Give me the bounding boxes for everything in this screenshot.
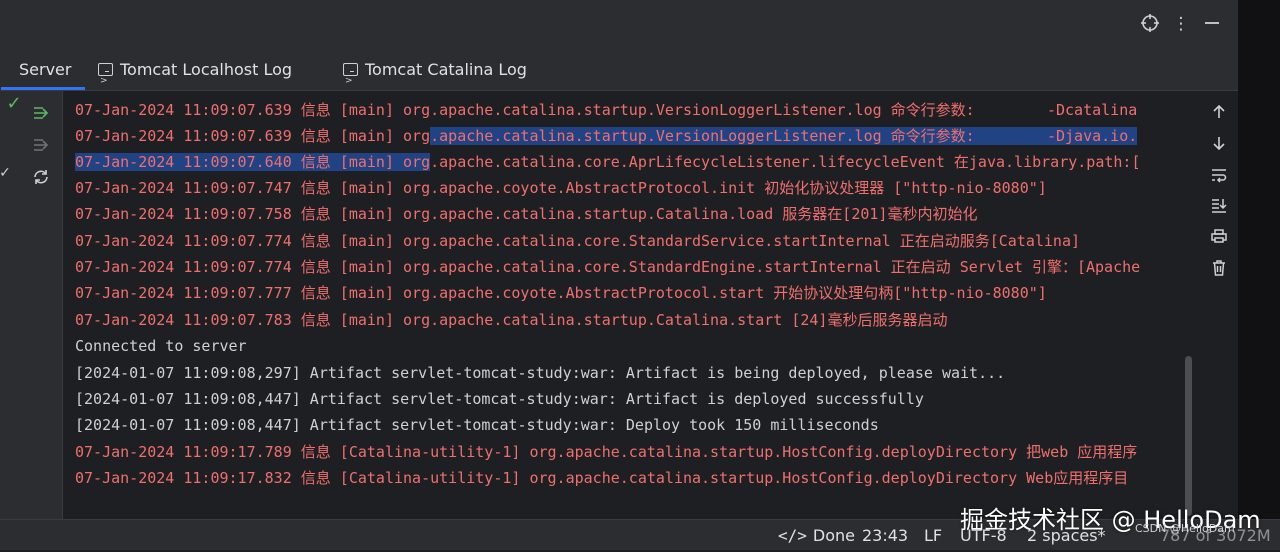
tab-label: Tomcat Catalina Log (365, 60, 527, 79)
log-line: 07-Jan-2024 11:09:07.639 信息 [main] org.a… (75, 127, 1138, 145)
log-line: [2024-01-07 11:09:08,447] Artifact servl… (75, 390, 924, 408)
log-line: 07-Jan-2024 11:09:17.789 信息 [Catalina-ut… (75, 443, 1138, 461)
line-separator[interactable]: LF (924, 520, 942, 550)
tab-label: Tomcat Localhost Log (120, 60, 293, 79)
log-line: 07-Jan-2024 11:09:07.774 信息 [main] org.a… (75, 232, 1081, 250)
tool-window-header: ⋮ (0, 0, 1238, 48)
console-output[interactable]: 07-Jan-2024 11:09:07.639 信息 [main] org.a… (63, 91, 1200, 519)
console-right-toolbar (1200, 91, 1238, 519)
tab-server[interactable]: Server (0, 48, 87, 90)
undeploy-icon[interactable] (30, 135, 52, 160)
trash-icon[interactable] (1208, 259, 1230, 281)
tab-bar: Server Tomcat Localhost Log Tomcat Catal… (0, 48, 1238, 103)
deploy-icon[interactable] (30, 103, 52, 128)
log-line: [2024-01-07 11:09:08,297] Artifact servl… (75, 364, 1006, 382)
scroll-up-icon[interactable] (1208, 104, 1230, 126)
tab-tomcat-localhost-log[interactable]: Tomcat Localhost Log (98, 48, 293, 103)
watermark-small: CSDN @HelloDam (1135, 522, 1235, 535)
console-scrollbar[interactable] (1185, 356, 1192, 516)
log-line: Connected to server (75, 337, 247, 355)
log-line: 07-Jan-2024 11:09:07.777 信息 [main] org.a… (75, 284, 1047, 302)
minimize-icon[interactable] (1201, 13, 1223, 35)
terminal-icon (343, 59, 358, 103)
collapsed-marker-icon: ✓ (0, 165, 11, 181)
soft-wrap-icon[interactable] (1208, 167, 1230, 189)
scroll-down-icon[interactable] (1208, 135, 1230, 157)
checkmark-icon: ✓ (6, 93, 22, 114)
more-vertical-icon[interactable]: ⋮ (1170, 13, 1192, 35)
log-line: 07-Jan-2024 11:09:17.832 信息 [Catalina-ut… (75, 469, 1129, 487)
scroll-to-end-icon[interactable] (1208, 197, 1230, 219)
caret-position[interactable]: 23:43 (862, 520, 908, 550)
window-edge (1238, 0, 1280, 549)
build-status[interactable]: </> Done (778, 520, 855, 550)
log-line: 07-Jan-2024 11:09:07.758 信息 [main] org.a… (75, 205, 978, 223)
refresh-icon[interactable] (30, 167, 52, 192)
left-toolbar: ✓ ✓ (0, 91, 63, 519)
target-icon[interactable] (1139, 13, 1161, 35)
log-line: [2024-01-07 11:09:08,447] Artifact servl… (75, 416, 879, 434)
log-line: 07-Jan-2024 11:09:07.639 信息 [main] org.a… (75, 101, 1138, 119)
log-line: 07-Jan-2024 11:09:07.783 信息 [main] org.a… (75, 311, 948, 329)
log-line: 07-Jan-2024 11:09:07.774 信息 [main] org.a… (75, 258, 1141, 276)
log-line: 07-Jan-2024 11:09:07.640 信息 [main] org.a… (75, 153, 1141, 171)
code-icon: </> (778, 526, 807, 545)
tab-tomcat-catalina-log[interactable]: Tomcat Catalina Log (343, 48, 527, 103)
print-icon[interactable] (1208, 228, 1230, 250)
tab-label: Server (19, 60, 72, 79)
log-line: 07-Jan-2024 11:09:07.747 信息 [main] org.a… (75, 179, 1047, 197)
terminal-icon (98, 59, 113, 103)
